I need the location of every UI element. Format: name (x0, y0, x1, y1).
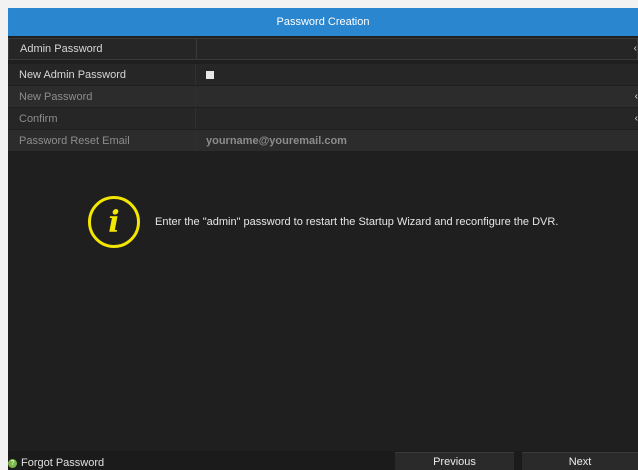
admin-password-row: Admin Password ‹ (8, 38, 638, 60)
confirm-label: Confirm (8, 108, 196, 129)
title-bar: Password Creation (8, 8, 638, 36)
new-admin-password-row: New Admin Password (8, 64, 638, 85)
reset-email-row: Password Reset Email yourname@youremail.… (8, 130, 638, 151)
password-form: Admin Password ‹ New Admin Password New … (8, 38, 638, 152)
new-password-label: New Password (8, 86, 196, 107)
keyboard-icon[interactable]: ‹ (635, 91, 638, 102)
window-title: Password Creation (276, 16, 370, 28)
reset-email-value: yourname@youremail.com (206, 134, 347, 147)
top-border (8, 0, 638, 8)
next-button[interactable]: Next (522, 452, 638, 470)
info-icon: i (88, 196, 140, 248)
help-icon: ? (8, 458, 17, 468)
reset-email-label: Password Reset Email (8, 130, 196, 151)
forgot-password-label: Forgot Password (21, 457, 105, 469)
info-text: Enter the "admin" password to restart th… (155, 216, 559, 228)
previous-button[interactable]: Previous (395, 452, 514, 470)
admin-password-label: Admin Password (9, 39, 197, 59)
keyboard-icon[interactable]: ‹ (635, 113, 638, 124)
forgot-password-link[interactable]: ? Forgot Password (8, 457, 104, 469)
new-admin-password-checkbox[interactable] (206, 70, 214, 79)
new-password-field[interactable]: ‹ (196, 86, 638, 107)
keyboard-icon[interactable]: ‹ (634, 44, 637, 54)
confirm-field[interactable]: ‹ (196, 108, 638, 129)
reset-email-field[interactable]: yourname@youremail.com (196, 130, 638, 151)
confirm-row: Confirm ‹ (8, 108, 638, 129)
new-password-row: New Password ‹ (8, 86, 638, 107)
admin-password-field[interactable]: ‹ (197, 39, 637, 59)
new-admin-password-label: New Admin Password (8, 64, 196, 85)
info-message: i Enter the "admin" password to restart … (88, 196, 558, 248)
